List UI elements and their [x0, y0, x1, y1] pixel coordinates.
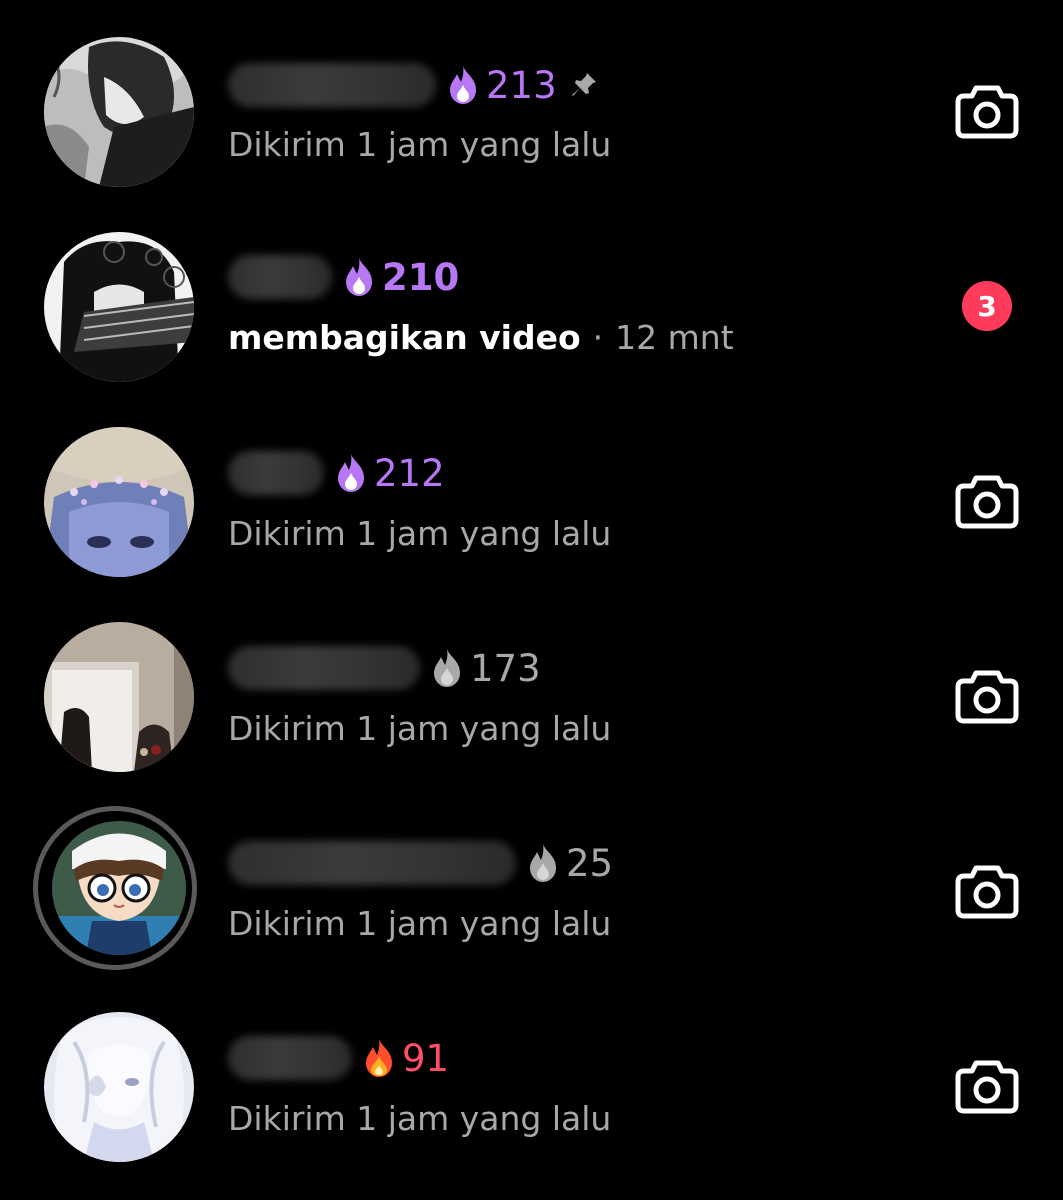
name-line: 210	[228, 252, 459, 302]
red-flame-icon	[366, 1039, 392, 1077]
username-blurred	[228, 1036, 352, 1080]
chat-row[interactable]: 91 Dikirim 1 jam yang lalu	[0, 975, 1063, 1169]
activity-text: membagikan video	[228, 317, 581, 357]
message-status: Dikirim 1 jam yang lalu	[228, 1095, 611, 1141]
avatar[interactable]	[44, 37, 194, 187]
avatar[interactable]	[44, 427, 194, 577]
status-text: Dikirim 1 jam yang lalu	[228, 513, 612, 553]
purple-flame-icon	[338, 454, 364, 492]
camera-icon[interactable]	[954, 1057, 1020, 1115]
avatar[interactable]	[44, 232, 194, 382]
camera-icon[interactable]	[954, 667, 1020, 725]
name-line: 173	[228, 643, 541, 693]
purple-flame-icon	[346, 258, 372, 296]
streak-count: 210	[382, 255, 460, 299]
message-status: Dikirim 1 jam yang lalu	[228, 510, 611, 556]
status-text: Dikirim 1 jam yang lalu	[228, 1098, 612, 1138]
purple-flame-icon	[450, 66, 476, 104]
pin-icon	[571, 73, 596, 96]
chat-row[interactable]: 212 Dikirim 1 jam yang lalu	[0, 390, 1063, 584]
avatar[interactable]	[52, 821, 186, 955]
avatar[interactable]	[44, 622, 194, 772]
username-blurred	[228, 255, 332, 299]
chat-row[interactable]: 210 membagikan video · 12 mnt 3	[0, 195, 1063, 389]
chat-list: 213 Dikirim 1 jam yang lalu 210 membagik…	[0, 0, 1063, 1200]
name-line: 213	[228, 60, 599, 110]
chat-row[interactable]: 173 Dikirim 1 jam yang lalu	[0, 585, 1063, 779]
username-blurred	[228, 646, 420, 690]
message-status: Dikirim 1 jam yang lalu	[228, 705, 611, 751]
separator: ·	[592, 317, 604, 357]
streak-count: 213	[486, 63, 557, 107]
avatar[interactable]	[44, 1012, 194, 1162]
camera-icon[interactable]	[954, 862, 1020, 920]
streak-count: 212	[374, 451, 445, 495]
username-blurred	[228, 841, 516, 885]
chat-row[interactable]: 25 Dikirim 1 jam yang lalu	[0, 780, 1063, 974]
name-line: 212	[228, 448, 445, 498]
message-status: Dikirim 1 jam yang lalu	[228, 900, 611, 946]
status-text: Dikirim 1 jam yang lalu	[228, 708, 612, 748]
streak-count: 91	[402, 1036, 450, 1080]
username-blurred	[228, 63, 436, 107]
camera-icon[interactable]	[954, 472, 1020, 530]
unread-badge: 3	[962, 281, 1012, 331]
name-line: 25	[228, 838, 613, 888]
streak-count: 25	[566, 841, 614, 885]
status-text: Dikirim 1 jam yang lalu	[228, 903, 612, 943]
streak-count: 173	[470, 646, 541, 690]
chat-row[interactable]: 213 Dikirim 1 jam yang lalu	[0, 0, 1063, 194]
message-status: membagikan video · 12 mnt	[228, 314, 734, 360]
time-text: 12 mnt	[615, 317, 734, 357]
gray-flame-icon	[530, 844, 556, 882]
name-line: 91	[228, 1033, 449, 1083]
status-text: Dikirim 1 jam yang lalu	[228, 124, 612, 164]
username-blurred	[228, 451, 324, 495]
message-status: Dikirim 1 jam yang lalu	[228, 121, 611, 167]
camera-icon[interactable]	[954, 82, 1020, 140]
gray-flame-icon	[434, 649, 460, 687]
